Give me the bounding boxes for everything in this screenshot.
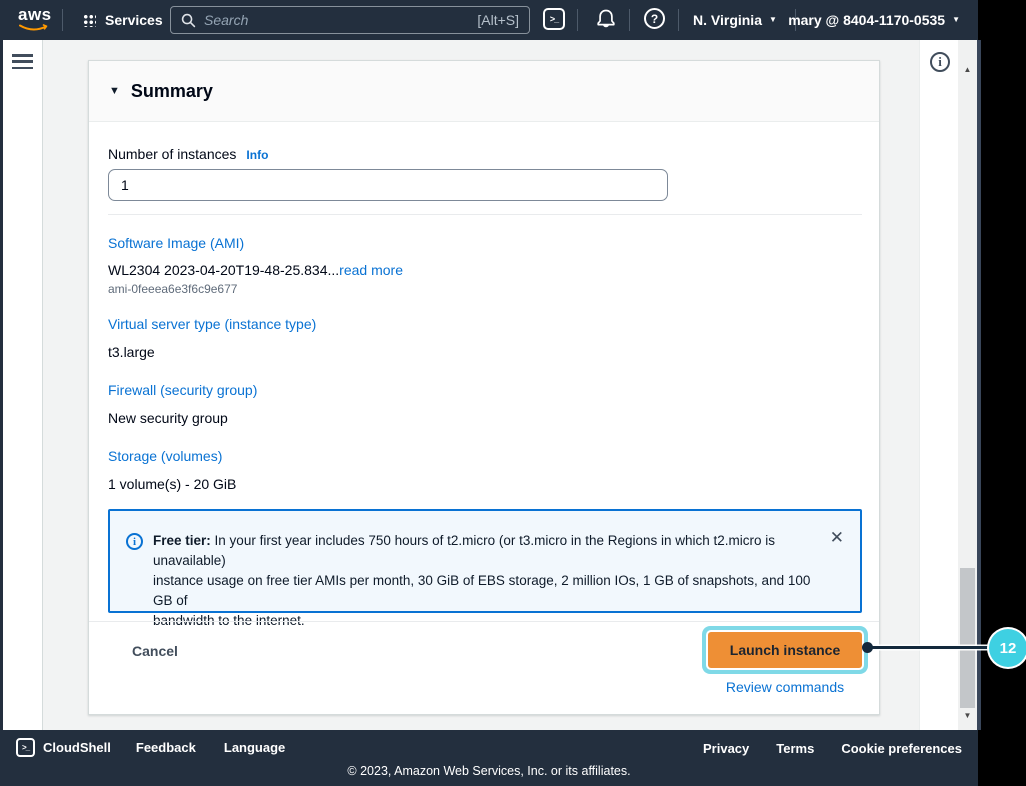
cloudshell-button[interactable]: >_ [543,8,565,30]
footer-feedback-link[interactable]: Feedback [136,740,196,755]
launch-instance-button[interactable]: Launch instance [708,632,862,668]
free-tier-line-1: Free tier: In your first year includes 7… [153,531,816,571]
free-tier-alert: i Free tier: In your first year includes… [108,509,862,613]
annotation-step-badge: 12 [989,629,1026,667]
read-more-link[interactable]: read more [339,262,403,278]
instances-label-row: Number of instances Info [108,146,860,162]
search-icon [181,13,196,28]
footer-terms-link[interactable]: Terms [776,741,814,756]
nav-divider [577,9,578,31]
search-placeholder: Search [204,12,469,28]
free-tier-text: Free tier: In your first year includes 7… [153,531,816,611]
caret-down-icon: ▼ [952,16,960,24]
review-commands-link[interactable]: Review commands [708,679,862,695]
aws-console-window: aws Services Search [Alt+S] >_ [0,0,978,786]
aws-top-nav: aws Services Search [Alt+S] >_ [0,0,978,40]
summary-body: Number of instances Info Software Image … [89,122,879,613]
ami-name-value: WL2304 2023-04-20T19-48-25.834...read mo… [108,262,860,278]
instances-info-link[interactable]: Info [246,148,268,162]
scroll-down-button[interactable]: ▼ [958,708,977,724]
scrollbar-thumb[interactable] [960,568,975,708]
info-panel-button[interactable]: i [930,52,950,72]
notifications-icon [594,7,618,33]
storage-value: 1 volume(s) - 20 GiB [108,476,860,492]
section-link-storage[interactable]: Storage (volumes) [108,448,222,464]
side-nav-collapsed [3,40,43,730]
free-tier-line-1-text: In your first year includes 750 hours of… [153,533,775,568]
console-footer: >_ CloudShell Feedback Language Privacy … [0,730,978,786]
services-menu-button[interactable]: Services [82,9,163,31]
section-divider [108,214,862,215]
annotation-connector-dot [862,642,873,653]
section-link-software-image[interactable]: Software Image (AMI) [108,235,244,251]
summary-header-toggle[interactable]: ▼ Summary [89,61,879,122]
ami-id-value: ami-0feeea6e3f6c9e677 [108,282,860,296]
footer-cloudshell-link[interactable]: CloudShell [43,740,111,755]
security-group-value: New security group [108,410,860,426]
notifications-button[interactable] [594,7,618,33]
hamburger-menu-button[interactable] [12,54,33,69]
aws-logo-text: aws [18,5,52,24]
region-label: N. Virginia [693,12,762,28]
account-menu[interactable]: mary @ 8404-1170-0535 ▼ [788,12,960,28]
section-link-instance-type[interactable]: Virtual server type (instance type) [108,316,316,332]
free-tier-line-2: instance usage on free tier AMIs per mon… [153,571,816,611]
footer-cookie-preferences-link[interactable]: Cookie preferences [841,741,962,756]
summary-panel: ▼ Summary Number of instances Info Softw… [88,60,880,715]
info-icon: i [938,54,942,70]
help-icon: ? [644,8,665,29]
collapse-caret-icon: ▼ [109,85,120,97]
cloudshell-icon: >_ [543,8,565,30]
alert-info-glyph: i [133,536,136,548]
aws-smile-icon [19,24,51,33]
summary-footer: Cancel Launch instance Review commands [89,621,879,715]
cancel-button[interactable]: Cancel [132,643,178,659]
annotation-connector-line [868,646,992,649]
footer-language-link[interactable]: Language [224,740,285,755]
caret-down-icon: ▼ [769,16,777,24]
footer-left-group: >_ CloudShell Feedback Language [16,738,285,757]
search-shortcut-hint: [Alt+S] [477,12,519,28]
annotation-step-number: 12 [1000,640,1017,657]
alert-close-icon[interactable]: ✕ [830,529,844,546]
instances-label: Number of instances [108,146,236,162]
footer-privacy-link[interactable]: Privacy [703,741,749,756]
instance-type-value: t3.large [108,344,860,360]
aws-logo[interactable]: aws [18,7,52,33]
help-button[interactable]: ? [644,8,665,29]
section-link-security-group[interactable]: Firewall (security group) [108,382,257,398]
footer-copyright: © 2023, Amazon Web Services, Inc. or its… [0,764,978,778]
window-right-edge [977,40,981,730]
nav-divider [629,9,630,31]
help-icon-glyph: ? [651,12,658,26]
nav-divider [678,9,679,31]
services-label: Services [105,12,163,28]
scroll-up-button[interactable]: ▲ [958,62,977,78]
free-tier-title: Free tier: [153,533,211,548]
info-panel-collapsed: i [919,40,958,730]
services-grid-icon [82,13,96,27]
region-selector[interactable]: N. Virginia ▼ [693,12,777,28]
global-search-input[interactable]: Search [Alt+S] [170,6,530,34]
account-label: mary @ 8404-1170-0535 [788,12,945,28]
instance-count-input[interactable] [108,169,668,201]
screenshot-stage: aws Services Search [Alt+S] >_ [0,0,1026,786]
footer-right-group: Privacy Terms Cookie preferences [703,741,962,756]
summary-title: Summary [131,81,213,102]
alert-info-icon: i [126,533,143,550]
vertical-scrollbar[interactable]: ▲ ▼ [958,40,977,730]
nav-divider [62,9,63,31]
ami-name-text: WL2304 2023-04-20T19-48-25.834... [108,262,339,278]
cloudshell-icon: >_ [16,738,35,757]
